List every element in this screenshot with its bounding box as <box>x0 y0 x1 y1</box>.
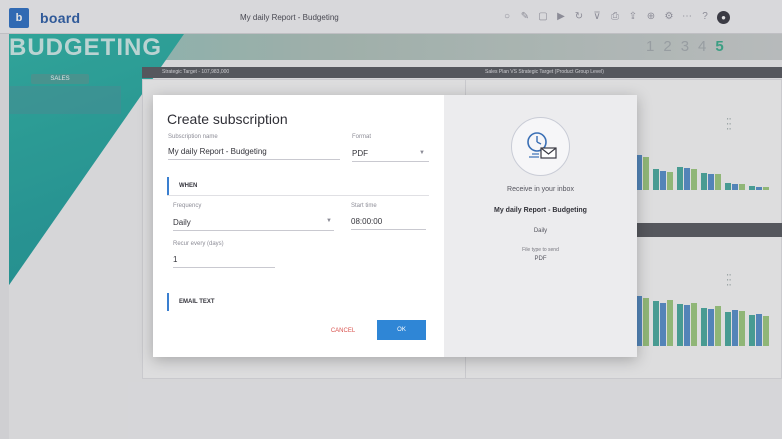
start-time-input[interactable]: 08:00:00 <box>351 217 382 226</box>
preview-report-name: My daily Report - Budgeting <box>494 207 587 214</box>
section-when: WHEN <box>167 177 429 195</box>
format-label: Format <box>352 134 372 140</box>
recur-underline <box>173 267 275 268</box>
schedule-email-icon <box>511 117 570 176</box>
recur-input[interactable]: 1 <box>173 255 177 264</box>
frequency-underline <box>173 230 334 231</box>
recur-label: Recur every (days) <box>173 241 224 247</box>
section-email-text-label: EMAIL TEXT <box>179 299 215 305</box>
ok-button[interactable]: OK <box>377 320 426 340</box>
dialog-title: Create subscription <box>167 111 288 127</box>
receive-inbox-label: Receive in your inbox <box>507 186 574 193</box>
section-when-divider <box>167 195 429 196</box>
start-time-underline <box>351 229 426 230</box>
start-time-label: Start time <box>351 203 377 209</box>
frequency-select[interactable]: Daily <box>173 218 191 227</box>
frequency-label: Frequency <box>173 203 202 209</box>
file-type-label: File type to send <box>522 247 559 253</box>
format-chevron-down-icon[interactable]: ▼ <box>419 150 425 156</box>
format-underline <box>352 161 429 162</box>
subscription-name-label: Subscription name <box>168 134 218 140</box>
section-when-label: WHEN <box>179 183 198 189</box>
create-subscription-dialog: Create subscription Subscription name My… <box>153 95 637 357</box>
subscription-name-input[interactable]: My daily Report - Budgeting <box>168 147 267 156</box>
subscription-name-underline <box>168 159 340 160</box>
section-email-text[interactable]: EMAIL TEXT <box>167 293 429 311</box>
cancel-button[interactable]: CANCEL <box>323 324 363 338</box>
frequency-chevron-down-icon[interactable]: ▼ <box>326 218 332 224</box>
preview-frequency: Daily <box>533 228 548 234</box>
subscription-preview-panel: Receive in your inbox My daily Report - … <box>444 95 637 357</box>
preview-file-type: PDF <box>534 256 547 262</box>
format-select[interactable]: PDF <box>352 149 368 158</box>
